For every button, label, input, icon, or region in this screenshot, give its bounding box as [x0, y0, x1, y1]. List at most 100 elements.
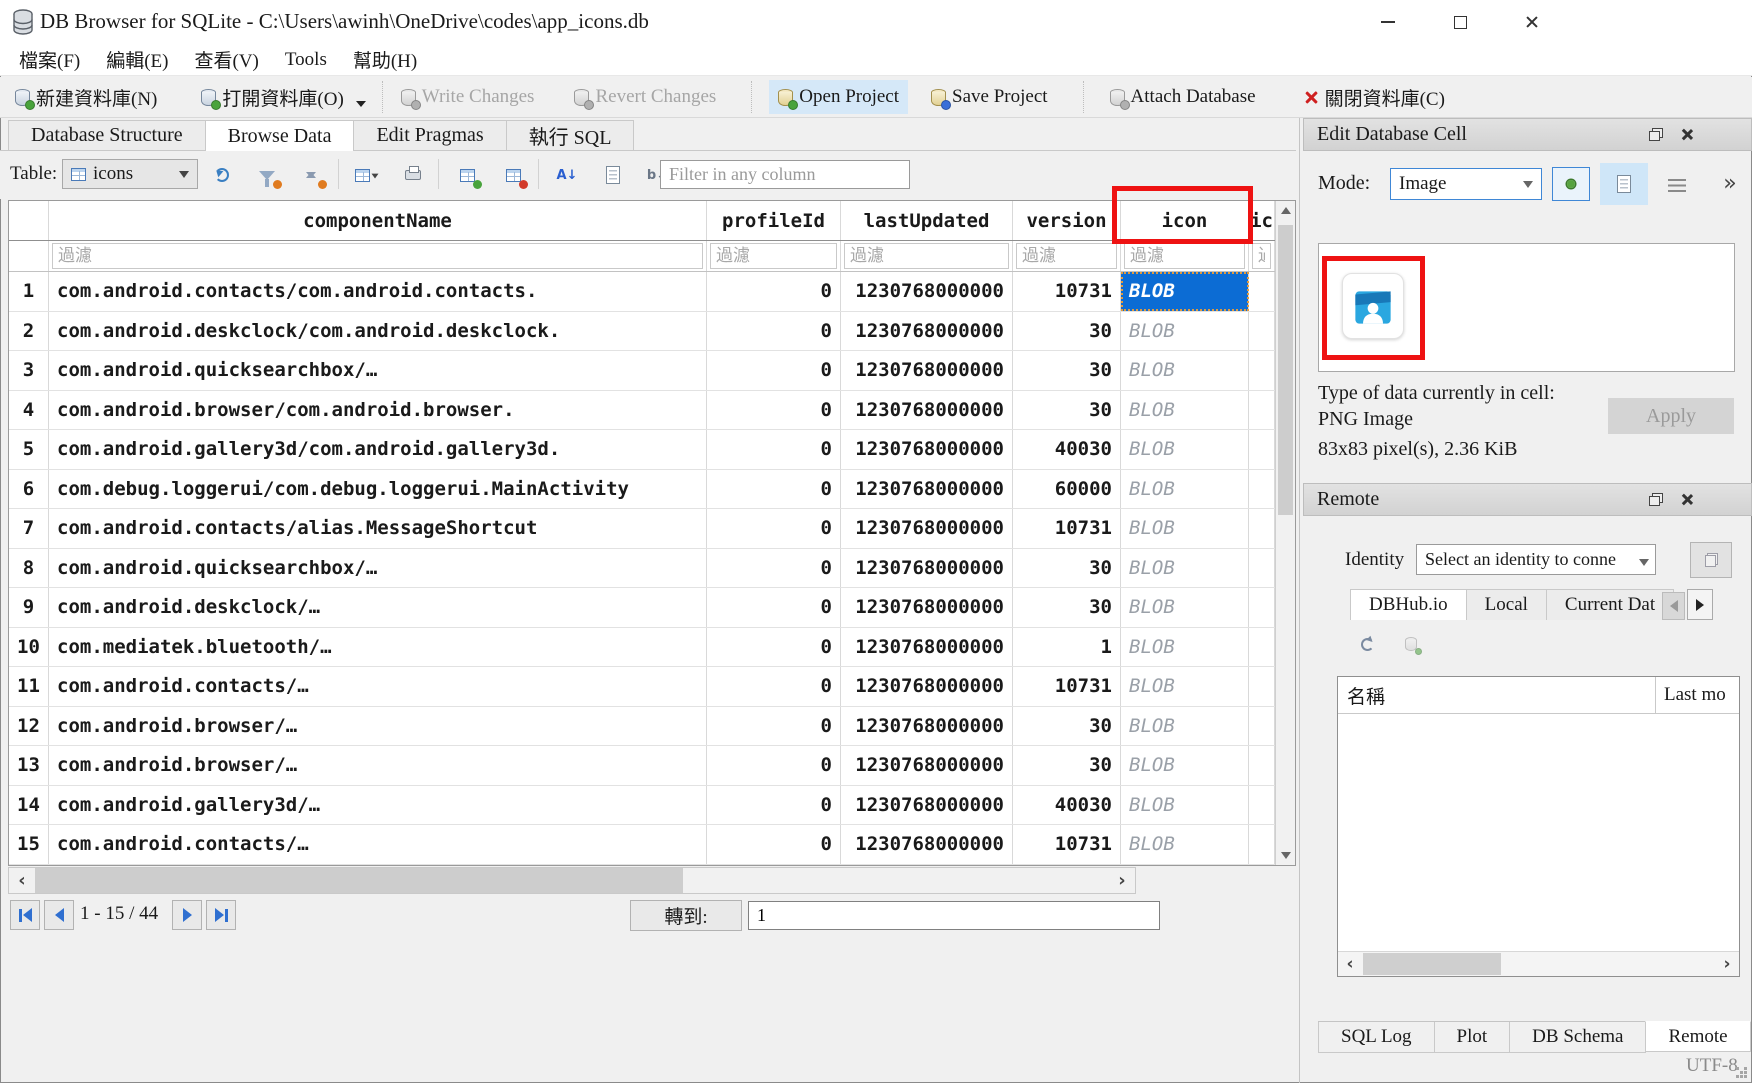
cell-profileid[interactable]: 0: [707, 825, 841, 864]
remote-tab-local[interactable]: Local: [1466, 589, 1547, 620]
cell-version[interactable]: 30: [1013, 312, 1121, 351]
cell-lastupdated[interactable]: 1230768000000: [841, 391, 1013, 430]
cell-version[interactable]: 40030: [1013, 786, 1121, 825]
cell-stub[interactable]: [1249, 786, 1275, 825]
save-table-button[interactable]: [350, 159, 384, 191]
cell-stub[interactable]: [1249, 391, 1275, 430]
cell-profileid[interactable]: 0: [707, 707, 841, 746]
column-header-componentname[interactable]: componentName: [49, 201, 707, 240]
goto-button[interactable]: 轉到:: [630, 900, 742, 931]
row-number[interactable]: 2: [9, 312, 49, 351]
table-select[interactable]: icons: [62, 159, 198, 189]
first-page-button[interactable]: [10, 900, 40, 930]
cell-profileid[interactable]: 0: [707, 667, 841, 706]
clear-filters-button[interactable]: [250, 159, 284, 191]
column-header-profileid[interactable]: profileId: [707, 201, 841, 240]
cell-componentname[interactable]: com.android.browser/…: [49, 746, 707, 785]
cell-lastupdated[interactable]: 1230768000000: [841, 549, 1013, 588]
cell-profileid[interactable]: 0: [707, 588, 841, 627]
cell-stub[interactable]: [1249, 312, 1275, 351]
cell-version[interactable]: 30: [1013, 588, 1121, 627]
float-panel-icon[interactable]: [1649, 493, 1663, 506]
cell-componentname[interactable]: com.android.quicksearchbox/…: [49, 549, 707, 588]
row-number[interactable]: 15: [9, 825, 49, 864]
cell-profileid[interactable]: 0: [707, 470, 841, 509]
cell-lastupdated[interactable]: 1230768000000: [841, 825, 1013, 864]
cell-componentname[interactable]: com.android.gallery3d/com.android.galler…: [49, 430, 707, 469]
row-number[interactable]: 11: [9, 667, 49, 706]
dock-splitter[interactable]: [1299, 118, 1300, 1083]
cell-stub[interactable]: [1249, 825, 1275, 864]
mode-select[interactable]: Image: [1390, 168, 1542, 200]
cell-icon-blob[interactable]: BLOB: [1121, 746, 1249, 785]
remote-list-name-header[interactable]: 名稱: [1338, 682, 1655, 709]
filter-input-icon[interactable]: [1124, 243, 1245, 269]
cell-lastupdated[interactable]: 1230768000000: [841, 351, 1013, 390]
cell-version[interactable]: 10731: [1013, 272, 1121, 311]
cell-stub[interactable]: [1249, 746, 1275, 785]
tab-browse-data[interactable]: Browse Data: [205, 120, 355, 151]
scrollbar-thumb[interactable]: [35, 868, 683, 893]
cell-componentname[interactable]: com.android.contacts/com.android.contact…: [49, 272, 707, 311]
menu-item-f[interactable]: 檔案(F): [6, 44, 93, 75]
cell-componentname[interactable]: com.android.contacts/…: [49, 825, 707, 864]
cell-profileid[interactable]: 0: [707, 746, 841, 785]
cell-version[interactable]: 60000: [1013, 470, 1121, 509]
cell-lastupdated[interactable]: 1230768000000: [841, 509, 1013, 548]
close-panel-icon[interactable]: [1680, 128, 1693, 141]
cell-icon-blob[interactable]: BLOB: [1121, 628, 1249, 667]
close-database-button[interactable]: 關閉資料庫(C): [1295, 80, 1454, 114]
dock-tab-remote[interactable]: Remote: [1645, 1021, 1750, 1052]
cell-icon-blob[interactable]: BLOB: [1121, 351, 1249, 390]
cell-version[interactable]: 30: [1013, 549, 1121, 588]
open-project-button[interactable]: Open Project: [769, 80, 908, 114]
cell-lastupdated[interactable]: 1230768000000: [841, 628, 1013, 667]
filter-input-componentname[interactable]: [52, 243, 703, 269]
cell-icon-blob[interactable]: BLOB: [1121, 549, 1249, 588]
cell-stub[interactable]: [1249, 509, 1275, 548]
cell-version[interactable]: 30: [1013, 746, 1121, 785]
scrollbar-thumb[interactable]: [1363, 953, 1501, 975]
goto-record-input[interactable]: [748, 901, 1160, 930]
cell-stub[interactable]: [1249, 628, 1275, 667]
cell-componentname[interactable]: com.android.browser/…: [49, 707, 707, 746]
dock-tab-plot[interactable]: Plot: [1434, 1022, 1511, 1053]
cell-stub[interactable]: [1249, 272, 1275, 311]
cell-icon-blob[interactable]: BLOB: [1121, 430, 1249, 469]
scroll-right-button[interactable]: ›: [1109, 868, 1135, 893]
cell-icon-blob[interactable]: BLOB: [1121, 667, 1249, 706]
more-tools-button[interactable]: [1716, 168, 1744, 198]
cell-profileid[interactable]: 0: [707, 509, 841, 548]
auto-switch-button[interactable]: [1552, 167, 1590, 201]
cell-icon-blob[interactable]: BLOB: [1121, 312, 1249, 351]
menu-item-e[interactable]: 編輯(E): [93, 44, 181, 75]
cell-version[interactable]: 40030: [1013, 430, 1121, 469]
text-view-button[interactable]: [1600, 163, 1648, 205]
refresh-button[interactable]: [205, 159, 239, 191]
dock-tab-sql-log[interactable]: SQL Log: [1318, 1022, 1435, 1053]
row-number[interactable]: 4: [9, 391, 49, 430]
cell-lastupdated[interactable]: 1230768000000: [841, 588, 1013, 627]
cell-profileid[interactable]: 0: [707, 391, 841, 430]
cell-stub[interactable]: [1249, 549, 1275, 588]
cell-componentname[interactable]: com.android.browser/com.android.browser.: [49, 391, 707, 430]
row-number[interactable]: 5: [9, 430, 49, 469]
cell-lastupdated[interactable]: 1230768000000: [841, 312, 1013, 351]
cell-icon-blob[interactable]: BLOB: [1121, 470, 1249, 509]
scroll-up-button[interactable]: [1276, 201, 1296, 221]
row-number[interactable]: 3: [9, 351, 49, 390]
vertical-scrollbar[interactable]: [1275, 201, 1295, 865]
cell-stub[interactable]: [1249, 707, 1275, 746]
cell-profileid[interactable]: 0: [707, 430, 841, 469]
open-database-button[interactable]: 打開資料庫(O): [192, 80, 359, 114]
cell-version[interactable]: 30: [1013, 391, 1121, 430]
delete-record-button[interactable]: [496, 159, 530, 191]
cell-version[interactable]: 10731: [1013, 825, 1121, 864]
row-number[interactable]: 6: [9, 470, 49, 509]
last-page-button[interactable]: [206, 900, 236, 930]
cell-icon-blob[interactable]: BLOB: [1121, 391, 1249, 430]
filter-input-lastupdated[interactable]: [844, 243, 1009, 269]
row-number[interactable]: 7: [9, 509, 49, 548]
cell-profileid[interactable]: 0: [707, 786, 841, 825]
cell-icon-blob[interactable]: BLOB: [1121, 272, 1249, 311]
